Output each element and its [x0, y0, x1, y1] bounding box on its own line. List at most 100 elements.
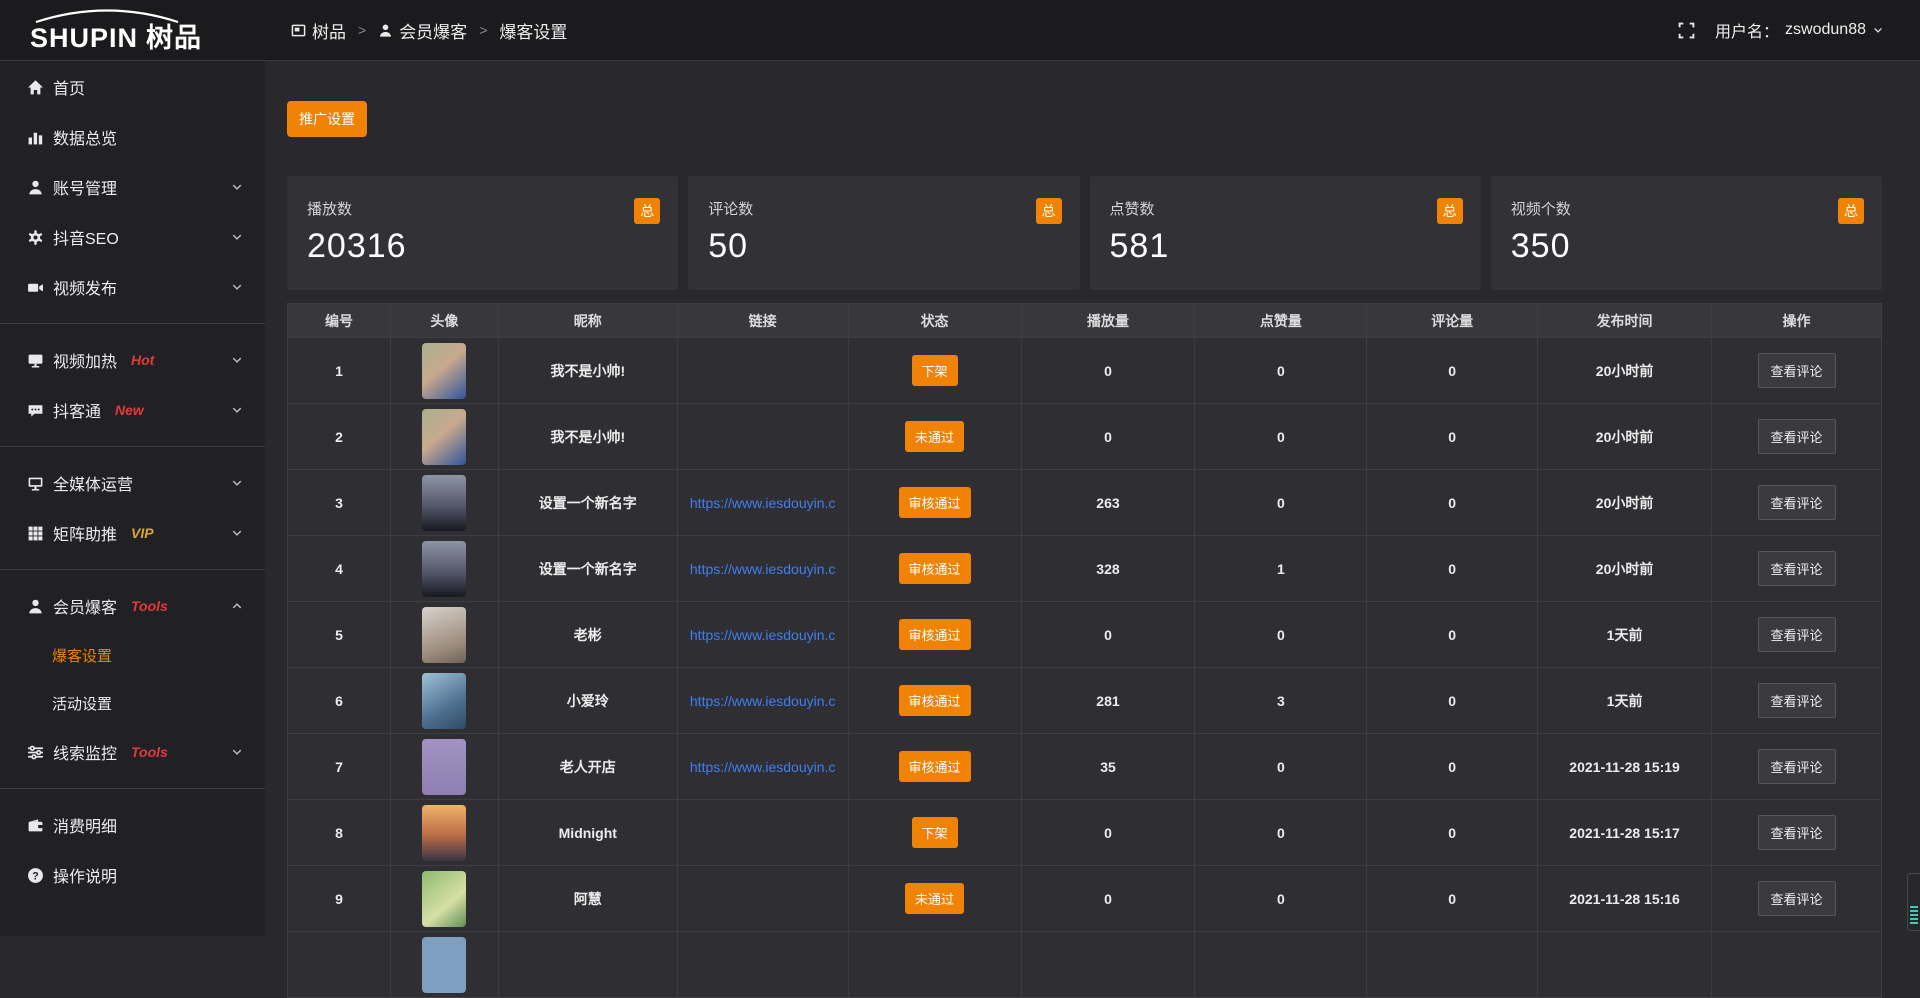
- column-header-评论量: 评论量: [1367, 304, 1538, 338]
- sidebar-item-label: 会员爆客: [53, 594, 117, 618]
- sidebar-item-操作说明[interactable]: ?操作说明: [0, 850, 265, 900]
- view-comments-button[interactable]: 查看评论: [1758, 749, 1836, 784]
- sidebar-item-线索监控[interactable]: 线索监控Tools: [0, 727, 265, 777]
- video-link[interactable]: https://www.iesdouyin.c: [678, 561, 848, 577]
- link-cell: [677, 932, 848, 998]
- breadcrumb: 树品>会员爆客>爆客设置: [265, 18, 567, 43]
- nickname: 设置一个新名字: [539, 561, 637, 577]
- column-header-播放量: 播放量: [1021, 304, 1195, 338]
- view-comments-button[interactable]: 查看评论: [1758, 881, 1836, 916]
- video-link[interactable]: https://www.iesdouyin.c: [678, 693, 848, 709]
- row-id: 8: [335, 825, 343, 841]
- sidebar-item-label: 视频发布: [53, 275, 117, 299]
- stat-card: 评论数 50 总: [688, 176, 1079, 290]
- row-id-cell: 8: [288, 800, 391, 866]
- status-cell: 下架: [848, 338, 1021, 404]
- sidebar-item-label: 线索监控: [53, 740, 117, 764]
- sidebar-item-label: 爆客设置: [52, 645, 112, 666]
- fullscreen-icon[interactable]: [1678, 22, 1695, 39]
- sidebar-item-矩阵助推[interactable]: 矩阵助推VIP: [0, 508, 265, 558]
- stat-value: 50: [708, 227, 1059, 266]
- row-id-cell: 9: [288, 866, 391, 932]
- promotion-settings-button[interactable]: 推广设置: [287, 101, 367, 137]
- sidebar-item-视频发布[interactable]: 视频发布: [0, 262, 265, 312]
- view-comments-button[interactable]: 查看评论: [1758, 353, 1836, 388]
- avatar: [422, 871, 466, 927]
- chevron-down-icon: [231, 281, 243, 293]
- plays-cell: 0: [1021, 602, 1195, 668]
- floating-widget[interactable]: [1907, 873, 1920, 931]
- breadcrumb-item[interactable]: 爆客设置: [499, 18, 567, 43]
- video-link[interactable]: https://www.iesdouyin.c: [678, 495, 848, 511]
- likes-cell: 0: [1195, 800, 1367, 866]
- view-comments-button[interactable]: 查看评论: [1758, 683, 1836, 718]
- status-badge: 审核通过: [899, 487, 971, 518]
- videos-table: 编号头像昵称链接状态播放量点赞量评论量发布时间操作 1 我不是小帅! 下架 0 …: [287, 303, 1882, 998]
- view-comments-button[interactable]: 查看评论: [1758, 419, 1836, 454]
- sidebar-item-抖客通[interactable]: 抖客通New: [0, 385, 265, 435]
- video-link[interactable]: https://www.iesdouyin.c: [678, 759, 848, 775]
- home-icon: [27, 79, 44, 96]
- view-comments-button[interactable]: 查看评论: [1758, 551, 1836, 586]
- avatar: [422, 343, 466, 399]
- status-badge: 下架: [912, 817, 958, 848]
- chevron-up-icon: [231, 600, 243, 612]
- status-cell: 审核通过: [848, 536, 1021, 602]
- sidebar-divider: [0, 323, 265, 324]
- action-cell: [1712, 932, 1882, 998]
- chevron-down-icon: [231, 181, 243, 193]
- sidebar-item-抖音SEO[interactable]: 抖音SEO: [0, 212, 265, 262]
- view-comments-button[interactable]: 查看评论: [1758, 617, 1836, 652]
- row-id: 3: [335, 495, 343, 511]
- sidebar-item-视频加热[interactable]: 视频加热Hot: [0, 335, 265, 385]
- link-cell: https://www.iesdouyin.c: [677, 470, 848, 536]
- sidebar-item-label: 消费明细: [53, 813, 117, 837]
- sliders-icon: [27, 744, 44, 761]
- sidebar-item-全媒体运营[interactable]: 全媒体运营: [0, 458, 265, 508]
- column-header-操作: 操作: [1712, 304, 1882, 338]
- sidebar-divider: [0, 569, 265, 570]
- status-cell: [848, 932, 1021, 998]
- nickname: 我不是小帅!: [550, 429, 625, 445]
- avatar: [422, 475, 466, 531]
- sidebar-item-爆客设置[interactable]: 爆客设置: [0, 631, 265, 679]
- likes-cell: 0: [1195, 470, 1367, 536]
- link-cell: https://www.iesdouyin.c: [677, 668, 848, 734]
- publish-time-cell: 20小时前: [1538, 470, 1712, 536]
- user-menu[interactable]: 用户名：zswodun88: [1715, 18, 1884, 42]
- sidebar-item-首页[interactable]: 首页: [0, 62, 265, 112]
- table-row: 7 老人开店 https://www.iesdouyin.c 审核通过 35 0…: [288, 734, 1882, 800]
- stat-card: 点赞数 581 总: [1090, 176, 1481, 290]
- row-id-cell: 5: [288, 602, 391, 668]
- nickname: 我不是小帅!: [550, 363, 625, 379]
- chevron-down-icon: [231, 231, 243, 243]
- sidebar-item-活动设置[interactable]: 活动设置: [0, 679, 265, 727]
- sidebar-divider: [0, 446, 265, 447]
- view-comments-button[interactable]: 查看评论: [1758, 815, 1836, 850]
- view-comments-button[interactable]: 查看评论: [1758, 485, 1836, 520]
- breadcrumb-label: 树品: [312, 18, 346, 43]
- svg-text:?: ?: [32, 870, 38, 882]
- likes-cell: 0: [1195, 866, 1367, 932]
- action-cell: 查看评论: [1712, 866, 1882, 932]
- sidebar-item-消费明细[interactable]: 消费明细: [0, 800, 265, 850]
- stat-cards: 播放数 20316 总 评论数 50 总 点赞数 581 总 视频个数 350 …: [287, 176, 1882, 290]
- sidebar-item-账号管理[interactable]: 账号管理: [0, 162, 265, 212]
- breadcrumb-item[interactable]: 会员爆客: [378, 18, 467, 43]
- likes-cell: 0: [1195, 404, 1367, 470]
- stat-card: 视频个数 350 总: [1491, 176, 1882, 290]
- video-link[interactable]: https://www.iesdouyin.c: [678, 627, 848, 643]
- sidebar-item-会员爆客[interactable]: 会员爆客 Tools: [0, 581, 265, 631]
- action-cell: 查看评论: [1712, 602, 1882, 668]
- table-row: 5 老彬 https://www.iesdouyin.c 审核通过 0 0 0 …: [288, 602, 1882, 668]
- sidebar-item-数据总览[interactable]: 数据总览: [0, 112, 265, 162]
- row-id: 5: [335, 627, 343, 643]
- sidebar-divider: [0, 788, 265, 789]
- sidebar-item-label: 数据总览: [53, 125, 117, 149]
- column-header-点赞量: 点赞量: [1195, 304, 1367, 338]
- stat-value: 20316: [307, 227, 658, 266]
- sidebar-badge-Tools: Tools: [131, 598, 168, 614]
- member-icon: [27, 598, 44, 615]
- link-cell: https://www.iesdouyin.c: [677, 536, 848, 602]
- breadcrumb-item[interactable]: 树品: [291, 18, 346, 43]
